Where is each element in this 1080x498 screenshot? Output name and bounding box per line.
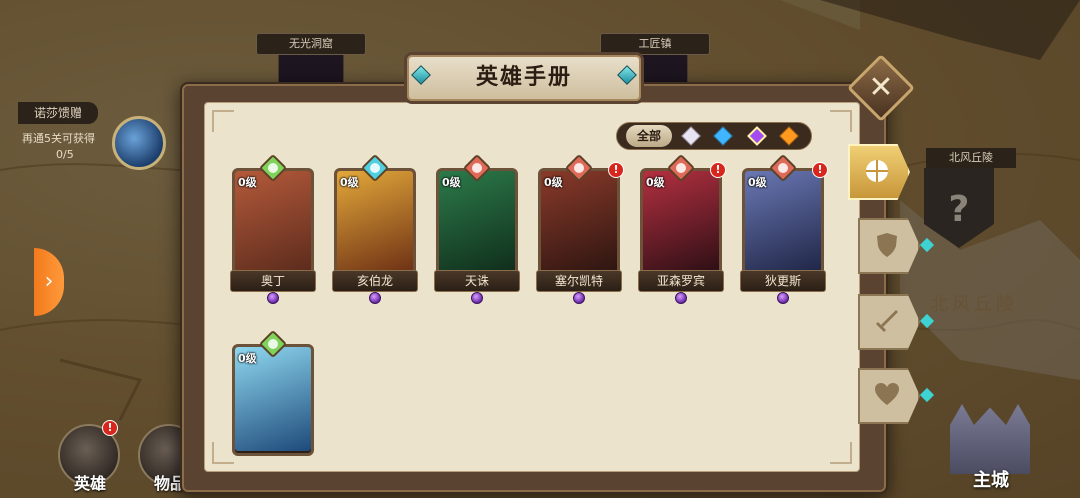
- hero-card[interactable]: 0级天诛: [434, 153, 520, 304]
- hero-card[interactable]: 0级亚森罗宾!: [638, 153, 726, 304]
- corner-ornament: [212, 442, 234, 464]
- hero-level: 0级: [238, 352, 257, 365]
- alert-badge: !: [102, 420, 118, 436]
- hero-name: 奥丁: [230, 270, 316, 292]
- hero-card[interactable]: 0级: [232, 329, 314, 466]
- tab-defense-class[interactable]: [858, 218, 935, 274]
- corner-ornament: [830, 442, 852, 464]
- location-tag-dark-cave[interactable]: 无光洞窟: [256, 33, 366, 55]
- hero-name: 塞尔凯特: [536, 270, 622, 292]
- rarity-gem-icon: [777, 292, 789, 304]
- hero-level: 0级: [442, 176, 461, 189]
- rarity-gem-icon: [675, 292, 687, 304]
- location-thumbnail[interactable]: [278, 54, 344, 84]
- hero-card[interactable]: 0级狄更斯!: [740, 153, 828, 304]
- grid-icon: [866, 160, 888, 182]
- class-symbol-icon: [574, 163, 584, 173]
- hero-level: 0级: [238, 176, 257, 189]
- class-symbol-icon: [268, 339, 278, 349]
- alert-badge: !: [812, 162, 828, 178]
- class-symbol-icon: [268, 163, 278, 173]
- alert-badge: !: [608, 162, 624, 178]
- heart-icon: [875, 383, 899, 405]
- tab-all-classes[interactable]: [848, 144, 920, 200]
- castle-icon: [950, 404, 1030, 474]
- close-icon[interactable]: ✕: [857, 64, 905, 112]
- location-tag-north-hills[interactable]: 北风丘陵: [926, 148, 1016, 168]
- quest-progress: 0/5: [56, 148, 74, 161]
- filter-blue-gem-icon[interactable]: [713, 126, 733, 146]
- filter-purple-gem-icon[interactable]: [747, 126, 767, 146]
- corner-ornament: [212, 110, 234, 132]
- class-symbol-icon: [778, 163, 788, 173]
- shield-icon: [877, 233, 897, 257]
- sword-icon: [876, 310, 898, 332]
- hero-card[interactable]: 0级塞尔凯特!: [536, 153, 624, 304]
- filter-orange-gem-icon[interactable]: [779, 126, 799, 146]
- main-city-button[interactable]: 主城: [936, 398, 1046, 498]
- hero-level: 0级: [748, 176, 767, 189]
- class-symbol-icon: [472, 163, 482, 173]
- rarity-gem-icon: [369, 292, 381, 304]
- quest-description: 再通5关可获得: [22, 132, 95, 145]
- hero-level: 0级: [340, 176, 359, 189]
- rarity-gem-icon: [267, 292, 279, 304]
- rarity-gem-icon: [471, 292, 483, 304]
- hero-level: 0级: [646, 176, 665, 189]
- rarity-gem-icon: [573, 292, 585, 304]
- map-region-label: 北风丘陵: [930, 294, 1018, 315]
- hero-name: 亥伯龙: [332, 270, 418, 292]
- class-symbol-icon: [676, 163, 686, 173]
- hero-card[interactable]: 0级奥丁: [230, 153, 316, 304]
- tab-attack-class[interactable]: [858, 294, 935, 350]
- hero-name: 亚森罗宾: [638, 270, 724, 292]
- alert-badge: !: [710, 162, 726, 178]
- quest-reward-icon[interactable]: [112, 116, 166, 170]
- hero-button[interactable]: ! 英雄: [52, 418, 132, 498]
- hero-name: 天诛: [434, 270, 520, 292]
- corner-ornament: [830, 110, 852, 132]
- hero-button-label: 英雄: [73, 474, 106, 493]
- hero-name: 狄更斯: [740, 270, 826, 292]
- hero-level: 0级: [544, 176, 563, 189]
- filter-white-gem-icon[interactable]: [681, 126, 701, 146]
- tab-heal-class[interactable]: [858, 368, 935, 424]
- filter-all-button[interactable]: 全部: [626, 125, 672, 147]
- main-city-label: 主城: [973, 470, 1009, 491]
- quest-title[interactable]: 诺莎馈赠: [18, 102, 98, 124]
- hero-card[interactable]: 0级亥伯龙: [332, 153, 418, 304]
- class-symbol-icon: [370, 163, 380, 173]
- dialog-title: 英雄手册: [404, 52, 644, 104]
